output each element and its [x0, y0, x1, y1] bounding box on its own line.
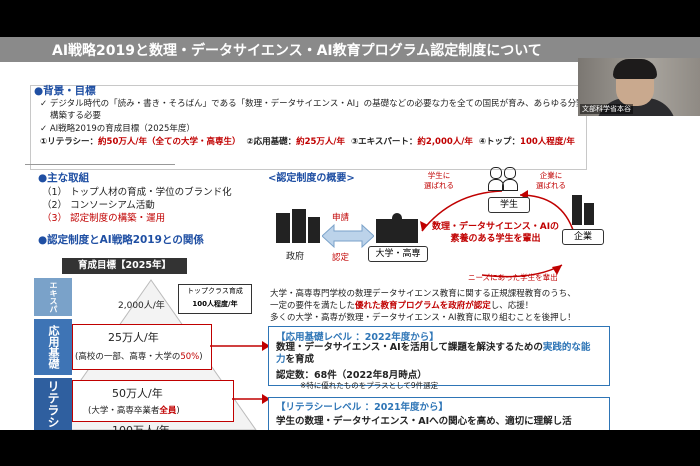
government-building-icon	[276, 209, 320, 243]
company-label: 企業	[562, 229, 604, 245]
description-line-1: 大学・高専専門学校の数理データサイエンス教育に関する正規課程教育のうち、	[270, 289, 576, 299]
initiative-item-3: （3） 認定制度の構築・運用	[42, 213, 166, 224]
top-callout: トップクラス育成 100人程度/年	[178, 284, 252, 314]
bottom-value: 100万人/年	[112, 422, 170, 430]
overview-heading: <認定制度の概要>	[268, 173, 355, 184]
apply-label: 申請	[332, 213, 350, 223]
expert-value: 2,000人/年	[118, 301, 165, 311]
company-building-icon	[572, 195, 594, 225]
needs-label: ニーズにあった学生を輩出	[468, 273, 558, 282]
applied-value: 25万人/年	[108, 331, 159, 344]
initiative-item-1: （1） トップ人材の育成・学位のブランド化	[42, 187, 232, 198]
applied-level-count: 認定数：68件（2022年8月時点）	[276, 370, 427, 381]
apply-certify-arrow	[322, 223, 374, 249]
applied-note: (高校の一部、高専・大学の50%)	[75, 352, 203, 362]
chosen-by-students-label: 学生に 選ばれる	[424, 171, 454, 190]
initiative-item-2: （2） コンソーシアム活動	[42, 200, 155, 211]
relation-heading: ●認定制度とAI戦略2019との関係	[38, 234, 204, 246]
student-label: 学生	[488, 197, 530, 213]
divider	[25, 164, 175, 165]
literacy-note: (大学・高専卒業者全員)	[88, 406, 180, 416]
chosen-by-companies-label: 企業に 選ばれる	[536, 171, 566, 190]
slide-title: AI戦略2019と数理・データサイエンス・AI教育プログラム認定制度について	[52, 43, 542, 59]
center-message: 数理・データサイエンス・AIの 素養のある学生を輩出	[432, 222, 560, 244]
literacy-level-body: 学生の数理・データサイエンス・AIへの関心を高め、適切に理解し活	[276, 416, 572, 427]
background-line-3: ✓ AI戦略2019の育成目標（2025年度）	[40, 124, 195, 134]
description-line-2: 一定の要件を満たした優れた教育プログラムを政府が認定し、応援！	[270, 301, 534, 311]
applied-level-body: 数理・データサイエンス・AIを活用して課題を解決するための実践的な能力を育成	[276, 342, 591, 365]
description-line-3: 多くの大学・高専が数理・データサイエンス・AI教育に取り組むことを後押し！	[270, 313, 576, 323]
speaker-video-feed: 文部科学省本谷	[578, 58, 700, 116]
government-label: 政府	[286, 252, 305, 262]
speaker-name-label: 文部科学省本谷	[580, 104, 633, 114]
literacy-value: 50万人/年	[112, 387, 163, 400]
background-heading: ●背景・目標	[34, 85, 96, 97]
literacy-tier-label: リテラシー	[34, 378, 72, 430]
expert-tier-label: エキスパート	[11, 278, 72, 316]
applied-level-heading: 【応用基礎レベル ：2022年度から】	[276, 332, 439, 343]
background-line-2: 構築する必要	[50, 111, 102, 121]
applied-tier-label: 応用基礎	[34, 319, 72, 375]
speaker-hair	[613, 59, 657, 79]
goal-label: 育成目標【2025年】	[62, 258, 187, 274]
students-icon	[488, 167, 518, 191]
targets-row: ①リテラシー：約50万人/年（全ての大学・高専生） ②応用基礎：約25万人/年 …	[40, 137, 575, 147]
initiatives-heading: ●主な取組	[38, 172, 90, 184]
connector-arrows	[210, 341, 270, 404]
literacy-level-heading: 【リテラシーレベル ：2021年度から】	[276, 402, 449, 413]
certify-label: 認定	[332, 253, 350, 263]
applied-level-note: ※特に優れたものをプラスとして9件選定	[300, 381, 439, 390]
